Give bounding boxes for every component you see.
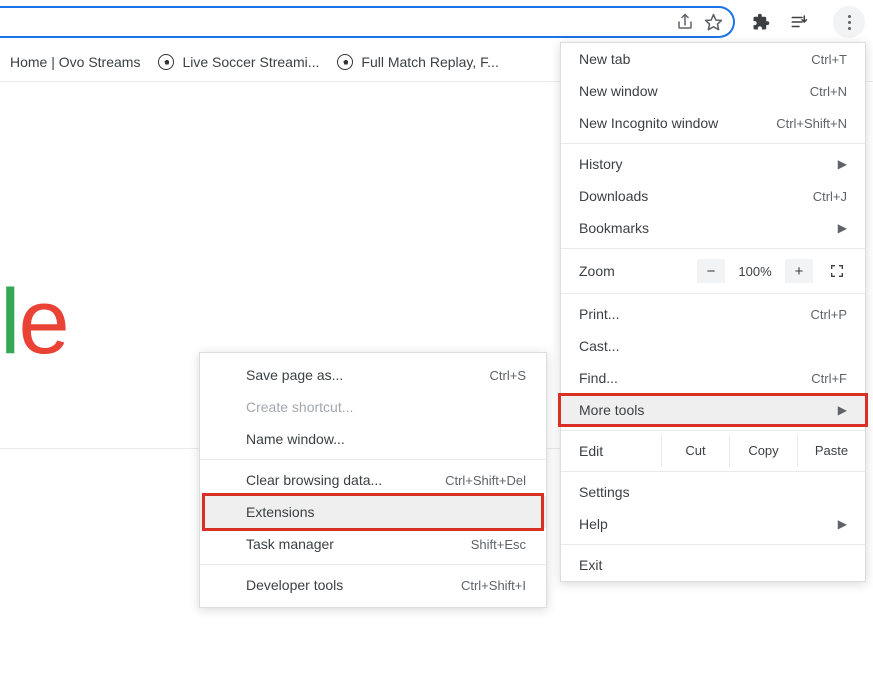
bookmark-item[interactable]: Home | Ovo Streams (10, 54, 140, 70)
menu-label: Exit (579, 557, 602, 573)
menu-label: Find... (579, 370, 618, 386)
bookmark-label: Full Match Replay, F... (361, 54, 498, 70)
submenu-extensions[interactable]: Extensions (200, 496, 546, 528)
bookmark-item[interactable]: Full Match Replay, F... (337, 54, 498, 70)
kebab-menu-button[interactable] (833, 6, 865, 38)
menu-label: Extensions (246, 504, 314, 520)
menu-shortcut: Ctrl+S (490, 368, 526, 383)
menu-label: Print... (579, 306, 619, 322)
fullscreen-button[interactable] (823, 259, 851, 283)
menu-label: Developer tools (246, 577, 343, 593)
menu-shortcut: Ctrl+F (811, 371, 847, 386)
logo-letter: l (0, 271, 18, 373)
menu-label: New tab (579, 51, 630, 67)
chevron-right-icon: ▶ (838, 221, 847, 235)
chevron-right-icon: ▶ (838, 403, 847, 417)
soccer-icon (158, 54, 174, 70)
bookmark-label: Live Soccer Streami... (182, 54, 319, 70)
menu-exit[interactable]: Exit (561, 549, 865, 581)
menu-label: Downloads (579, 188, 648, 204)
submenu-developer-tools[interactable]: Developer tools Ctrl+Shift+I (200, 569, 546, 601)
menu-label: Help (579, 516, 608, 532)
soccer-icon (337, 54, 353, 70)
menu-shortcut: Ctrl+P (811, 307, 847, 322)
omnibox[interactable] (0, 6, 735, 38)
menu-new-tab[interactable]: New tab Ctrl+T (561, 43, 865, 75)
edit-cut-button[interactable]: Cut (661, 435, 729, 467)
menu-print[interactable]: Print... Ctrl+P (561, 298, 865, 330)
menu-shortcut: Ctrl+J (813, 189, 847, 204)
menu-bookmarks[interactable]: Bookmarks ▶ (561, 212, 865, 244)
menu-downloads[interactable]: Downloads Ctrl+J (561, 180, 865, 212)
menu-label: Clear browsing data... (246, 472, 382, 488)
zoom-in-button[interactable]: + (785, 259, 813, 283)
menu-label: Zoom (575, 263, 697, 279)
menu-edit-row: Edit Cut Copy Paste (561, 435, 865, 467)
menu-settings[interactable]: Settings (561, 476, 865, 508)
reading-list-icon[interactable] (785, 8, 813, 36)
chevron-right-icon: ▶ (838, 517, 847, 531)
menu-label: Save page as... (246, 367, 343, 383)
submenu-clear-browsing[interactable]: Clear browsing data... Ctrl+Shift+Del (200, 464, 546, 496)
edit-paste-button[interactable]: Paste (797, 435, 865, 467)
menu-shortcut: Shift+Esc (471, 537, 526, 552)
menu-shortcut: Ctrl+T (811, 52, 847, 67)
submenu-save-page[interactable]: Save page as... Ctrl+S (200, 359, 546, 391)
kebab-icon (848, 15, 851, 30)
menu-find[interactable]: Find... Ctrl+F (561, 362, 865, 394)
bookmark-item[interactable]: Live Soccer Streami... (158, 54, 319, 70)
submenu-create-shortcut: Create shortcut... (200, 391, 546, 423)
google-logo-fragment: le (0, 270, 68, 375)
extensions-icon[interactable] (747, 8, 775, 36)
menu-label: New window (579, 83, 658, 99)
menu-label: Cast... (579, 338, 619, 354)
menu-cast[interactable]: Cast... (561, 330, 865, 362)
menu-separator (561, 430, 865, 431)
edit-copy-button[interactable]: Copy (729, 435, 797, 467)
menu-separator (561, 544, 865, 545)
star-icon[interactable] (699, 8, 727, 36)
logo-letter: e (18, 271, 67, 373)
menu-shortcut: Ctrl+N (810, 84, 847, 99)
main-menu: New tab Ctrl+T New window Ctrl+N New Inc… (560, 42, 866, 582)
menu-more-tools[interactable]: More tools ▶ (561, 394, 865, 426)
chevron-right-icon: ▶ (838, 157, 847, 171)
menu-new-incognito[interactable]: New Incognito window Ctrl+Shift+N (561, 107, 865, 139)
menu-label: Task manager (246, 536, 334, 552)
submenu-name-window[interactable]: Name window... (200, 423, 546, 455)
zoom-out-button[interactable]: − (697, 259, 725, 283)
menu-separator (561, 471, 865, 472)
menu-label: Bookmarks (579, 220, 649, 236)
menu-separator (200, 564, 546, 565)
menu-label: History (579, 156, 623, 172)
menu-label: Create shortcut... (246, 399, 353, 415)
menu-shortcut: Ctrl+Shift+I (461, 578, 526, 593)
menu-label: Settings (579, 484, 630, 500)
share-icon[interactable] (671, 8, 699, 36)
toolbar-row (0, 0, 873, 42)
menu-label: Edit (561, 435, 661, 467)
menu-separator (561, 143, 865, 144)
menu-history[interactable]: History ▶ (561, 148, 865, 180)
bookmark-label: Home | Ovo Streams (10, 54, 140, 70)
menu-help[interactable]: Help ▶ (561, 508, 865, 540)
toolbar-icons (747, 6, 865, 38)
menu-label: Name window... (246, 431, 345, 447)
menu-zoom-row: Zoom − 100% + (561, 253, 865, 289)
menu-label: More tools (579, 402, 644, 418)
menu-separator (561, 248, 865, 249)
menu-label: New Incognito window (579, 115, 718, 131)
menu-separator (200, 459, 546, 460)
menu-shortcut: Ctrl+Shift+Del (445, 473, 526, 488)
zoom-value: 100% (725, 259, 785, 283)
menu-new-window[interactable]: New window Ctrl+N (561, 75, 865, 107)
more-tools-submenu: Save page as... Ctrl+S Create shortcut..… (199, 352, 547, 608)
menu-shortcut: Ctrl+Shift+N (776, 116, 847, 131)
menu-separator (561, 293, 865, 294)
submenu-task-manager[interactable]: Task manager Shift+Esc (200, 528, 546, 560)
